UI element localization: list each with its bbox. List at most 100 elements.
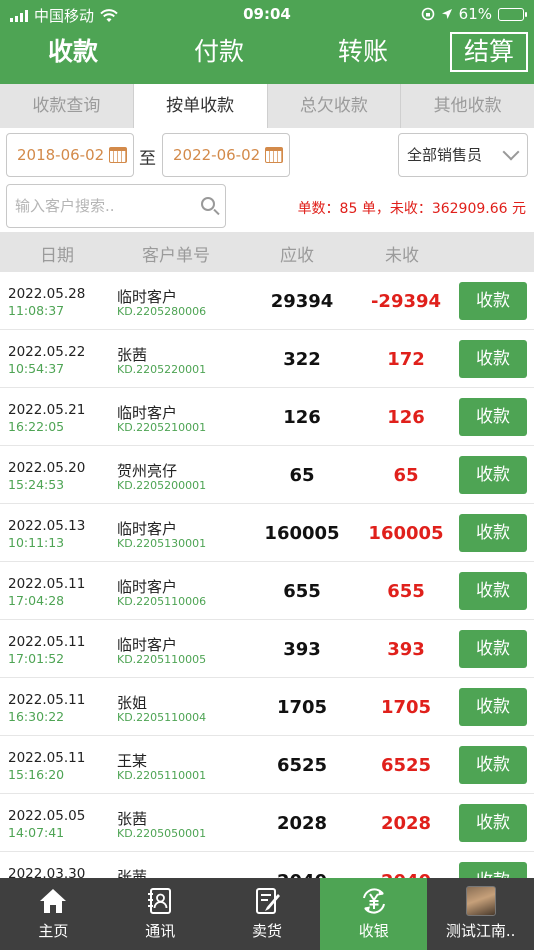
collect-button[interactable]: 收款 <box>459 746 527 784</box>
collect-button[interactable]: 收款 <box>459 804 527 842</box>
orientation-lock-icon <box>421 7 434 21</box>
order-date: 2022.05.11 <box>8 634 86 650</box>
bottom-nav: 主页 通讯 卖货 收银 测试江南.. <box>0 878 534 950</box>
collect-button[interactable]: 收款 <box>459 282 527 320</box>
order-date: 2022.05.11 <box>8 692 86 708</box>
amount-due: 393 <box>283 639 321 660</box>
collect-button[interactable]: 收款 <box>459 862 527 878</box>
order-date: 2022.05.20 <box>8 460 86 476</box>
customer-name: 临时客户 <box>117 520 178 538</box>
customer-search-input[interactable] <box>7 185 187 227</box>
amount-due: 29394 <box>270 291 334 312</box>
amount-due: 1705 <box>276 697 328 718</box>
battery-icon <box>498 7 527 21</box>
amount-unpaid: -29394 <box>370 291 442 312</box>
order-date: 2022.05.22 <box>8 344 86 360</box>
tab-collect[interactable]: 收款 <box>30 30 116 76</box>
location-icon <box>441 9 452 19</box>
customer-name: 临时客户 <box>117 578 178 596</box>
customer-search <box>6 184 226 228</box>
table-row: 2022.03.30 张茜 2040 2040 收款 <box>0 852 534 878</box>
seller-select[interactable]: 全部销售员 <box>398 133 528 177</box>
sub-tabs: 收款查询 按单收款 总欠收款 其他收款 <box>0 84 534 128</box>
nav-home[interactable]: 主页 <box>0 878 107 950</box>
search-icon[interactable] <box>201 197 215 211</box>
order-time: 16:22:05 <box>8 419 65 434</box>
subtab-total-owed[interactable]: 总欠收款 <box>268 84 402 128</box>
end-date-picker[interactable]: 2022-06-02 <box>162 133 290 177</box>
table-row: 2022.05.13 10:11:13 临时客户 KD.2205130001 1… <box>0 504 534 562</box>
customer-name: 临时客户 <box>117 288 178 306</box>
calendar-icon <box>265 147 283 163</box>
amount-unpaid: 393 <box>387 639 425 660</box>
collect-button[interactable]: 收款 <box>459 630 527 668</box>
customer-name: 张茜 <box>117 810 148 828</box>
order-date: 2022.05.05 <box>8 808 86 824</box>
avatar <box>465 886 496 916</box>
calendar-icon <box>109 147 127 163</box>
order-time: 15:24:53 <box>8 477 65 492</box>
order-number: KD.2205110006 <box>117 595 207 608</box>
amount-unpaid: 172 <box>387 349 425 370</box>
subtab-collection-query[interactable]: 收款查询 <box>0 84 134 128</box>
amount-unpaid: 2040 <box>352 871 460 878</box>
amount-unpaid: 160005 <box>368 523 444 544</box>
subtab-collect-by-order[interactable]: 按单收款 <box>133 84 268 128</box>
order-date: 2022.03.30 <box>8 866 86 878</box>
sell-icon <box>255 888 280 914</box>
amount-due: 65 <box>289 465 315 486</box>
table-row: 2022.05.20 15:24:53 贺州亮仔 KD.2205200001 6… <box>0 446 534 504</box>
collect-button[interactable]: 收款 <box>459 514 527 552</box>
collect-button[interactable]: 收款 <box>459 340 527 378</box>
status-bar: 中国移动 09:04 61% <box>0 0 534 28</box>
collect-button[interactable]: 收款 <box>459 572 527 610</box>
collect-button[interactable]: 收款 <box>459 398 527 436</box>
order-number: KD.2205280006 <box>117 305 207 318</box>
home-icon <box>40 889 67 913</box>
order-number: KD.2205200001 <box>117 479 207 492</box>
amount-unpaid: 655 <box>387 581 425 602</box>
end-date-value: 2022-06-02 <box>173 146 261 164</box>
nav-cashier-label: 收银 <box>358 922 389 940</box>
customer-name: 贺州亮仔 <box>117 462 178 480</box>
table-row: 2022.05.11 15:16:20 王某 KD.2205110001 652… <box>0 736 534 794</box>
column-date: 日期 <box>40 246 74 266</box>
start-date-picker[interactable]: 2018-06-02 <box>6 133 134 177</box>
customer-name: 王某 <box>117 752 148 770</box>
filter-panel: 2018-06-02 至 2022-06-02 全部销售员 单数：85 单，未收… <box>0 128 534 232</box>
collect-button[interactable]: 收款 <box>459 688 527 726</box>
order-date: 2022.05.28 <box>8 286 86 302</box>
order-time: 17:01:52 <box>8 651 65 666</box>
amount-unpaid: 6525 <box>380 755 432 776</box>
tab-pay[interactable]: 付款 <box>176 30 262 76</box>
nav-contacts[interactable]: 通讯 <box>107 878 214 950</box>
collect-button[interactable]: 收款 <box>459 456 527 494</box>
customer-name: 临时客户 <box>117 404 178 422</box>
chevron-down-icon <box>502 143 520 161</box>
nav-sell[interactable]: 卖货 <box>214 878 321 950</box>
order-list[interactable]: 2022.05.28 11:08:37 临时客户 KD.2205280006 2… <box>0 272 534 878</box>
tab-settle[interactable]: 结算 <box>450 32 528 72</box>
customer-name: 张姐 <box>117 694 148 712</box>
order-time: 17:04:28 <box>8 593 65 608</box>
order-number: KD.2205220001 <box>117 363 207 376</box>
tab-transfer[interactable]: 转账 <box>320 30 406 76</box>
column-unpaid: 未收 <box>385 246 419 266</box>
column-due: 应收 <box>280 246 314 266</box>
order-number: KD.2205110005 <box>117 653 207 666</box>
nav-sell-label: 卖货 <box>251 922 282 940</box>
nav-profile[interactable]: 测试江南.. <box>427 878 534 950</box>
amount-unpaid: 1705 <box>380 697 432 718</box>
subtab-other-collection[interactable]: 其他收款 <box>401 84 534 128</box>
order-date: 2022.05.11 <box>8 750 86 766</box>
amount-due: 2040 <box>248 871 356 878</box>
order-time: 14:07:41 <box>8 825 65 840</box>
nav-cashier[interactable]: 收银 <box>320 878 428 950</box>
summary-text: 单数：85 单，未收：362909.66 元 <box>297 201 526 217</box>
table-header: 日期 客户单号 应收 未收 <box>0 232 534 272</box>
customer-name: 张茜 <box>117 868 148 878</box>
battery-percent: 61% <box>458 5 492 23</box>
amount-due: 126 <box>283 407 321 428</box>
cashier-icon <box>362 888 385 914</box>
order-number: KD.2205110004 <box>117 711 207 724</box>
